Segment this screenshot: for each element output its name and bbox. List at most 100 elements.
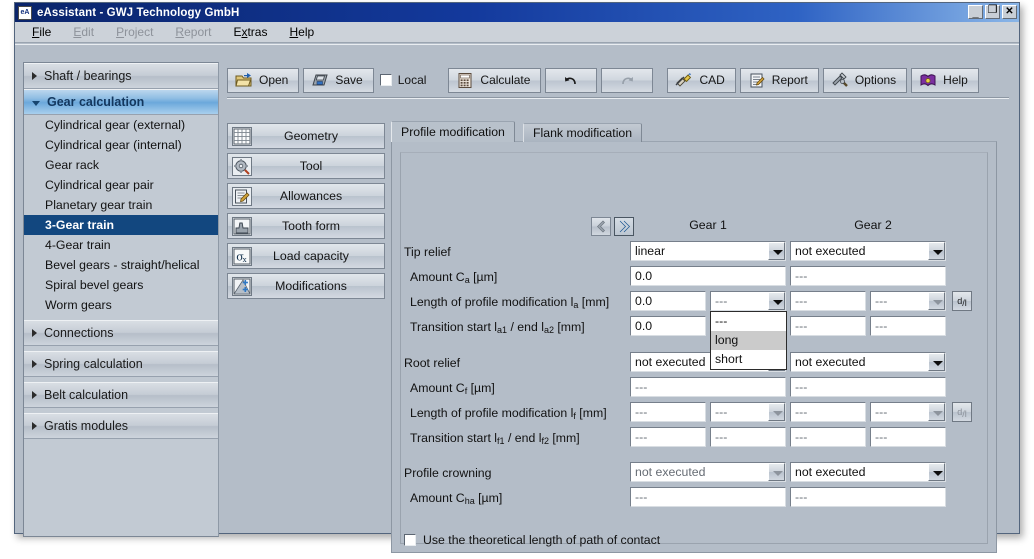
chevron-down-icon[interactable] [928,242,945,260]
length-lf-gear1-combo[interactable]: --- [710,402,786,422]
report-button[interactable]: Report [740,68,819,93]
sidebar-item-cylindrical-gear-internal[interactable]: Cylindrical gear (internal) [24,135,218,155]
profile-crowning-gear2-combo[interactable]: not executed [790,462,946,482]
chevron-down-icon[interactable] [768,242,785,260]
chevron-down-icon[interactable] [768,292,785,310]
transition-lf2-gear1-input[interactable]: --- [710,427,786,447]
tab-flank-modification[interactable]: Flank modification [523,123,642,142]
transition-la1-gear2-input[interactable]: --- [790,316,866,336]
local-checkbox[interactable]: Local [378,73,435,87]
minimize-button[interactable]: _ [968,5,983,19]
save-button[interactable]: Save [303,68,373,93]
menu-edit[interactable]: Edit [70,24,97,40]
chevron-down-icon[interactable] [768,403,785,421]
maximize-button[interactable]: ❐ [985,5,1000,19]
close-button[interactable]: ✕ [1002,5,1017,19]
menu-file[interactable]: File [29,24,54,40]
amount-cf-gear2-input[interactable]: --- [790,377,946,397]
chevron-down-icon[interactable] [928,463,945,481]
sidebar-group-shaft-bearings[interactable]: Shaft / bearings [24,63,218,89]
undo-button[interactable] [545,68,597,93]
length-lf-gear1-input[interactable]: --- [630,402,706,422]
chevron-down-icon[interactable] [928,292,945,310]
clipboard-pencil-icon [232,187,252,206]
module-button-load-capacity[interactable]: σ x Load capacity [227,243,385,269]
sidebar-item-cylindrical-gear-pair[interactable]: Cylindrical gear pair [24,175,218,195]
length-lf-gear2-input[interactable]: --- [790,402,866,422]
length-la-gear1-combo[interactable]: --- [710,291,786,311]
chevron-down-icon [32,101,40,106]
sidebar-group-gratis-modules[interactable]: Gratis modules [24,413,218,439]
module-button-geometry[interactable]: Geometry [227,123,385,149]
transition-lf1-gear1-input[interactable]: --- [630,427,706,447]
window-title: eAssistant - GWJ Technology GmbH [37,7,239,19]
length-lf-gear2-combo[interactable]: --- [870,402,946,422]
amount-ca-gear1-input[interactable]: 0.0 [630,266,786,286]
prev-gear-button[interactable] [591,217,611,236]
length-la-gear2-combo-value: --- [871,292,928,310]
menu-bar: File Edit Project Report Extras Help [15,22,1019,43]
menu-extras[interactable]: Extras [230,24,270,40]
dl-toggle-button-tip[interactable]: d/l [952,291,972,311]
transition-la1-gear1-input[interactable]: 0.0 [630,316,706,336]
amount-cha-gear1-input[interactable]: --- [630,487,786,507]
length-la-gear1-input[interactable]: 0.0 [630,291,706,311]
module-button-label: Tooth form [252,219,384,233]
transition-lf1-gear2-input[interactable]: --- [790,427,866,447]
sidebar-item-spiral-bevel-gears[interactable]: Spiral bevel gears [24,275,218,295]
length-la-gear1-dropdown-list[interactable]: --- long short [710,311,787,370]
sidebar-item-planetary-gear-train[interactable]: Planetary gear train [24,195,218,215]
amount-cha-gear2-input[interactable]: --- [790,487,946,507]
cad-button[interactable]: CAD [667,68,735,93]
app-root: eA eAssistant - GWJ Technology GmbH _ ❐ … [0,0,1034,559]
dropdown-option[interactable]: short [711,350,786,369]
open-button-label: Open [259,73,288,87]
menu-project[interactable]: Project [113,24,156,40]
tip-relief-gear2-value: not executed [791,242,928,260]
dropdown-option[interactable]: --- [711,312,786,331]
sidebar-group-belt-calculation[interactable]: Belt calculation [24,382,218,408]
sidebar-group-spring-calculation[interactable]: Spring calculation [24,351,218,377]
chevron-down-icon[interactable] [768,463,785,481]
sidebar-item-cylindrical-gear-external[interactable]: Cylindrical gear (external) [24,115,218,135]
module-button-tooth-form[interactable]: Tooth form [227,213,385,239]
amount-ca-gear2-input[interactable]: --- [790,266,946,286]
calculate-button[interactable]: Calculate [448,68,541,93]
options-button[interactable]: Options [823,68,907,93]
length-la-gear2-combo[interactable]: --- [870,291,946,311]
redo-button[interactable] [601,68,653,93]
sidebar-group-connections[interactable]: Connections [24,320,218,346]
transition-la2-gear2-input[interactable]: --- [870,316,946,336]
sidebar-item-worm-gears[interactable]: Worm gears [24,295,218,315]
tab-profile-modification[interactable]: Profile modification [391,121,515,142]
sidebar-item-3-gear-train[interactable]: 3-Gear train [24,215,218,235]
menu-help[interactable]: Help [286,24,317,40]
chevron-down-icon[interactable] [928,353,945,371]
theoretical-length-checkbox[interactable]: Use the theoretical length of path of co… [404,533,660,547]
sidebar-item-bevel-gears[interactable]: Bevel gears - straight/helical [24,255,218,275]
tip-relief-gear1-value: linear [631,242,768,260]
sidebar-group-gear-calculation[interactable]: Gear calculation [24,89,218,115]
help-button[interactable]: Help [911,68,979,93]
profile-crowning-gear2-value: not executed [791,463,928,481]
transition-lf2-gear2-input[interactable]: --- [870,427,946,447]
sidebar-item-gear-rack[interactable]: Gear rack [24,155,218,175]
open-button[interactable]: Open [227,68,299,93]
tip-relief-gear1-combo[interactable]: linear [630,241,786,261]
length-la-gear2-input[interactable]: --- [790,291,866,311]
dropdown-option[interactable]: long [711,331,786,350]
module-button-modifications[interactable]: Modifications [227,273,385,299]
module-button-tool[interactable]: Tool [227,153,385,179]
chevron-down-icon[interactable] [928,403,945,421]
tip-relief-gear2-combo[interactable]: not executed [790,241,946,261]
profile-crowning-gear1-combo[interactable]: not executed [630,462,786,482]
options-button-label: Options [855,73,896,87]
menu-report[interactable]: Report [172,24,214,40]
module-button-label: Load capacity [252,249,384,263]
root-relief-gear2-combo[interactable]: not executed [790,352,946,372]
dl-toggle-button-root[interactable]: d/l [952,402,972,422]
module-button-allowances[interactable]: Allowances [227,183,385,209]
amount-cf-gear1-input[interactable]: --- [630,377,786,397]
profile-modification-panel: Gear 1 Gear 2 Tip relief linear not exec… [391,141,997,553]
sidebar-item-4-gear-train[interactable]: 4-Gear train [24,235,218,255]
